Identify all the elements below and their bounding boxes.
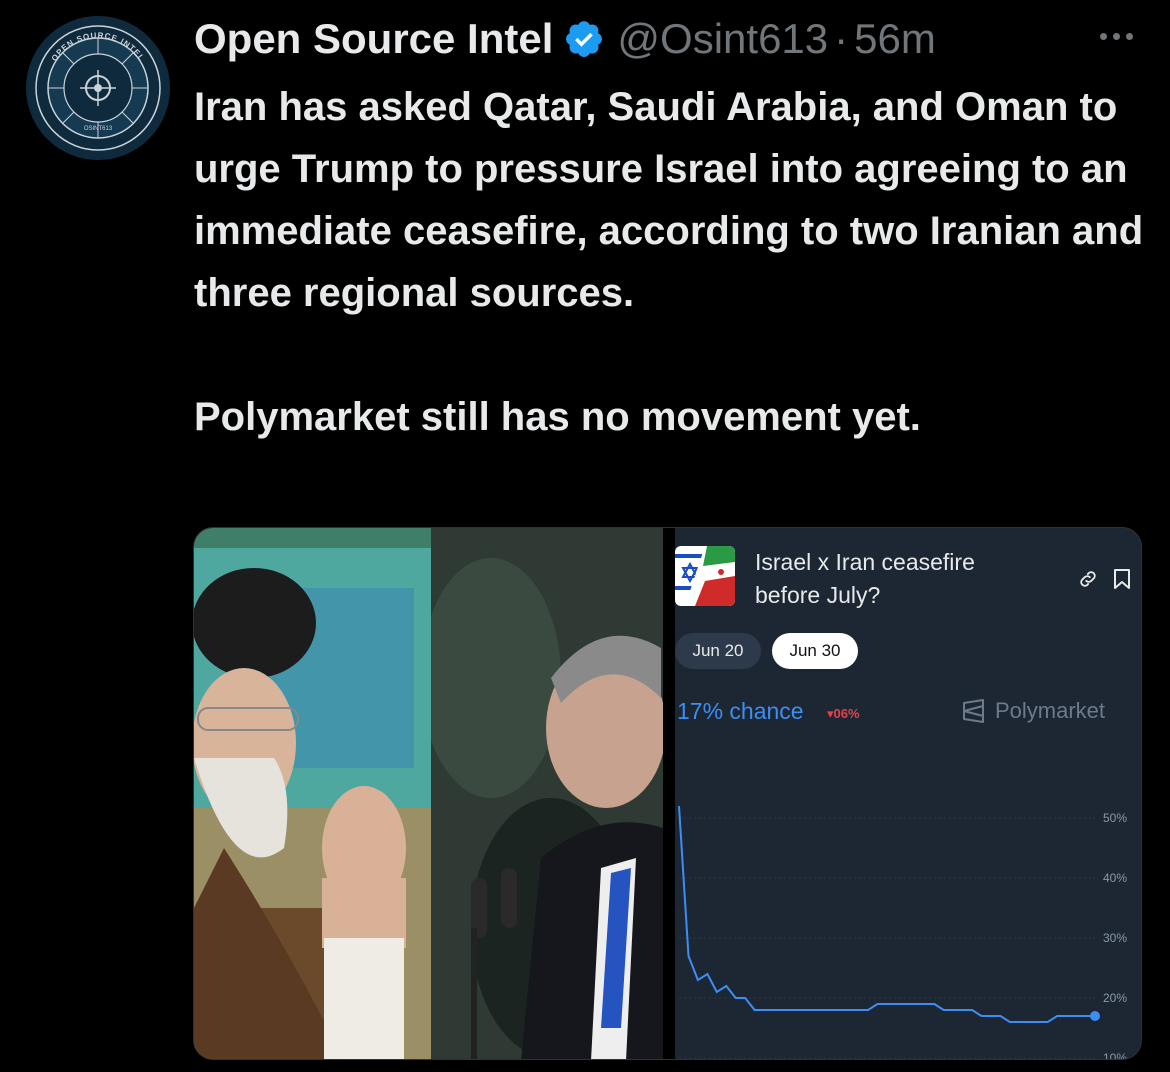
more-dot-icon: [1125, 32, 1133, 40]
polymarket-logo-icon: [963, 699, 984, 723]
tweet-media[interactable]: Israel x Iran ceasefire before July? Jun…: [193, 527, 1142, 1060]
more-dot-icon: [1099, 32, 1107, 40]
tweet-text: Iran has asked Qatar, Saudi Arabia, and …: [194, 76, 1154, 448]
leader-portrait-photo-icon: [194, 528, 431, 1059]
leader-speaking-photo-icon: [431, 528, 663, 1059]
tweet-paragraph: Iran has asked Qatar, Saudi Arabia, and …: [194, 85, 1144, 315]
more-dot-icon: [1112, 32, 1120, 40]
market-title-line: Israel x Iran ceasefire: [755, 549, 975, 575]
market-title[interactable]: Israel x Iran ceasefire before July?: [755, 546, 1055, 612]
media-divider: [663, 528, 675, 1059]
link-icon[interactable]: [1077, 568, 1099, 590]
polymarket-brand: Polymarket: [961, 698, 1105, 724]
separator-dot: ·: [834, 15, 849, 62]
photo-left: [194, 528, 431, 1059]
y-tick-label: 20%: [1103, 991, 1127, 1005]
y-tick-label: 50%: [1103, 811, 1127, 825]
bookmark-icon[interactable]: [1113, 568, 1131, 590]
israel-iran-flag-icon: [675, 546, 735, 606]
market-chart: 50% 40% 30% 20% 10%: [675, 768, 1141, 1060]
author-name[interactable]: Open Source Intel: [194, 15, 553, 63]
series-line: [678, 805, 1095, 1023]
market-chance: 17% chance: [677, 698, 804, 724]
author-handle[interactable]: @Osint613: [617, 15, 828, 63]
y-tick-label: 40%: [1103, 871, 1127, 885]
avatar[interactable]: OPEN SOURCE INTEL OSINT613: [26, 16, 170, 160]
photo-right: [431, 528, 663, 1059]
more-options-button[interactable]: [1094, 24, 1138, 48]
probability-line-chart: 50% 40% 30% 20% 10%: [678, 805, 1127, 1060]
market-title-line: before July?: [755, 582, 881, 608]
y-tick-label: 30%: [1103, 931, 1127, 945]
verified-badge-icon: [566, 21, 603, 57]
date-option-jun-20[interactable]: Jun 20: [675, 633, 761, 669]
polymarket-card: Israel x Iran ceasefire before July? Jun…: [675, 528, 1141, 1060]
open-source-intel-logo-icon: OPEN SOURCE INTEL OSINT613: [26, 16, 170, 160]
y-tick-label: 10%: [1103, 1051, 1127, 1060]
tweet-paragraph: Polymarket still has no movement yet.: [194, 395, 921, 439]
post-time[interactable]: 56m: [854, 15, 936, 63]
date-option-jun-30[interactable]: Jun 30: [772, 633, 858, 669]
market-change: ▾06%: [827, 706, 860, 721]
current-value-point: [1090, 1011, 1100, 1021]
polymarket-brand-label: Polymarket: [995, 698, 1106, 723]
tweet-header: Open Source Intel @Osint613 · 56m: [194, 14, 936, 64]
avatar-bottom-text: OSINT613: [84, 126, 113, 132]
